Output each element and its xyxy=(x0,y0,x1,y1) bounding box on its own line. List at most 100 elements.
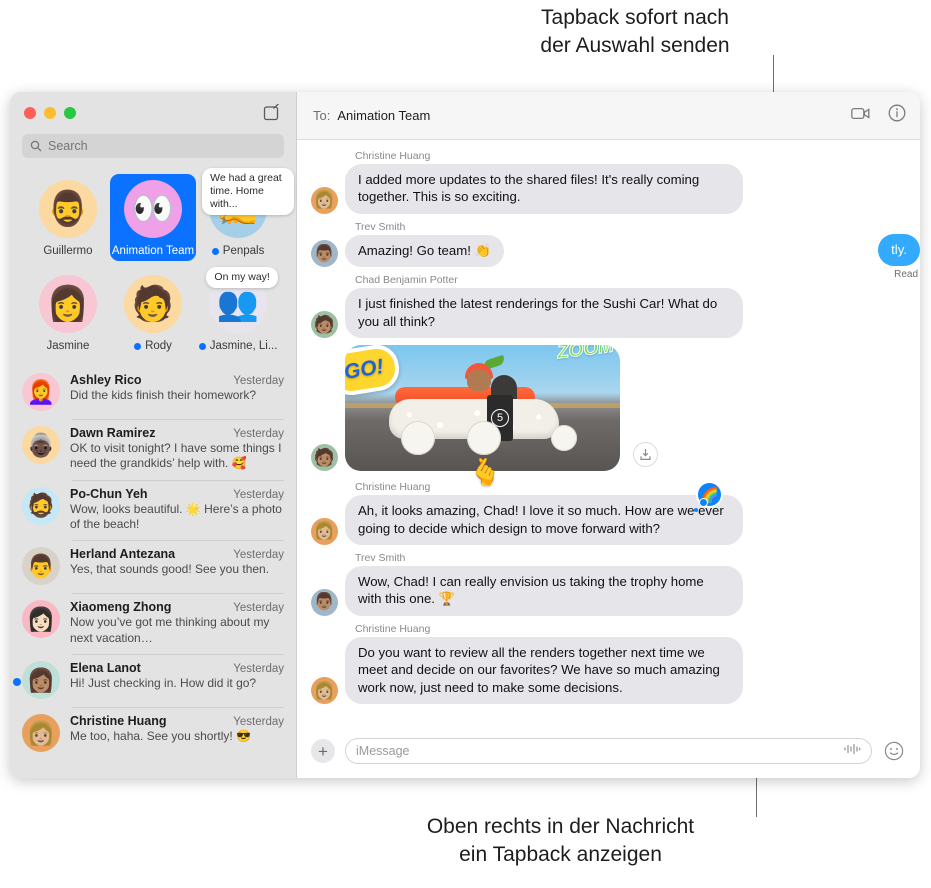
message-bubble[interactable]: Do you want to review all the renders to… xyxy=(340,636,743,705)
message-bubble[interactable]: Wow, Chad! I can really envision us taki… xyxy=(340,565,743,616)
list-item[interactable]: 🧔 Po-Chun Yeh Yesterday Wow, looks beaut… xyxy=(10,479,296,541)
message-group: Christine Huang 👩🏼 I added more updates … xyxy=(311,150,904,214)
info-circle-icon[interactable] xyxy=(888,104,906,127)
pinned-item-label: Jasmine, Li... xyxy=(198,340,277,352)
search-icon xyxy=(30,140,42,152)
conversation-time: Yesterday xyxy=(233,428,284,440)
avatar: 👀 xyxy=(124,180,182,238)
sticker-heart-hands[interactable]: 🫰 xyxy=(469,455,501,489)
pinned-item-label: Jasmine xyxy=(46,340,90,352)
conversation-time: Yesterday xyxy=(233,488,284,501)
sticker-go[interactable]: GO! xyxy=(345,345,402,398)
message-sender: Christine Huang xyxy=(355,481,431,494)
smiley-face-icon[interactable] xyxy=(882,739,906,763)
unread-indicator xyxy=(134,342,142,350)
conversation-name: Elena Lanot xyxy=(70,661,141,676)
message-group: Christine Huang 👩🏼 Ah, it looks amazing,… xyxy=(311,481,904,545)
list-item[interactable]: 👵🏿 Dawn Ramirez Yesterday OK to visit to… xyxy=(10,419,296,480)
conversation-time: Yesterday xyxy=(233,549,284,562)
list-item[interactable]: 👩🏽 Elena Lanot Yesterday Hi! Just checki… xyxy=(10,654,296,707)
avatar: 🧑🏽 xyxy=(311,311,338,339)
imessage-field[interactable] xyxy=(345,738,872,764)
message-bubble[interactable]: I added more updates to the shared files… xyxy=(340,164,743,214)
search-bar[interactable] xyxy=(22,134,284,158)
sticker-zoom[interactable]: ZOOM xyxy=(555,345,615,365)
to-label: To: xyxy=(313,108,331,123)
messages-window: 🧔‍♂️ Guillermo 👀 Animation Team We had a… xyxy=(10,92,920,778)
conversation-preview: OK to visit tonight? I have some things … xyxy=(70,441,282,471)
conversation-preview: Yes, that sounds good! See you then. xyxy=(70,562,270,577)
message-bubble[interactable]: Amazing! Go team! 👏 xyxy=(340,234,504,268)
message-group-photo: 🧑🏽 5 GO! ZOOM 🫰 xyxy=(311,345,904,487)
avatar: 👩🏼 xyxy=(311,517,338,545)
download-icon[interactable] xyxy=(633,442,658,468)
message-sender: Christine Huang xyxy=(355,622,431,635)
avatar: 👩‍🦰 xyxy=(22,373,60,411)
compose-icon[interactable] xyxy=(262,103,282,123)
pinned-item-label: Rody xyxy=(134,340,172,352)
minimize-button[interactable] xyxy=(44,107,56,119)
video-camera-icon[interactable] xyxy=(851,106,870,126)
plus-icon[interactable]: + xyxy=(311,739,335,763)
pinned-item-rody[interactable]: 🧑 Rody xyxy=(110,269,196,356)
recipient-name[interactable]: Animation Team xyxy=(337,108,430,123)
callout-bottom-text: Oben rechts in der Nachricht ein Tapback… xyxy=(426,815,695,866)
unread-indicator xyxy=(211,247,219,255)
callout-top-text: Tapback sofort nach der Auswahl senden xyxy=(540,6,730,57)
sidebar: 🧔‍♂️ Guillermo 👀 Animation Team We had a… xyxy=(10,92,297,778)
conversation-preview: Wow, looks beautiful. 🌟 Here’s a photo o… xyxy=(70,501,282,532)
conversation-pane: To: Animation Team tly. Read Christine H… xyxy=(297,92,920,778)
audio-waveform-icon[interactable] xyxy=(843,742,861,760)
avatar-emoji: 🧔‍♂️ xyxy=(46,190,90,228)
avatar-emoji: 🧑 xyxy=(131,285,175,323)
search-input[interactable] xyxy=(48,139,276,153)
message-thread: tly. Read Christine Huang 👩🏼 I added mor… xyxy=(297,140,920,732)
message-bubble[interactable]: Ah, it looks amazing, Chad! I love it so… xyxy=(340,495,743,545)
conversation-header: To: Animation Team xyxy=(297,92,920,140)
message-bubble[interactable]: I just finished the latest renderings fo… xyxy=(340,288,743,339)
pinned-item-jasmine[interactable]: 👩 Jasmine xyxy=(26,269,110,356)
tapback-badge[interactable]: 🌈 xyxy=(694,481,723,513)
list-item[interactable]: 👨 Herland Antezana Yesterday Yes, that s… xyxy=(10,540,296,593)
list-item[interactable]: 👩🏻 Xiaomeng Zhong Yesterday Now you’ve g… xyxy=(10,593,296,654)
driver-head xyxy=(467,369,491,392)
pinned-item-penpals[interactable]: We had a great time. Home with... ✍️ Pen… xyxy=(196,168,295,261)
conversation-preview: Hi! Just checking in. How did it go? xyxy=(70,676,257,691)
conversation-name: Christine Huang xyxy=(70,714,167,729)
conversation-name: Ashley Rico xyxy=(70,373,142,387)
car-wheel xyxy=(401,421,435,456)
avatar: 👨🏽 xyxy=(311,240,338,268)
conversation-preview: Me too, haha. See you shortly! 😎 xyxy=(70,729,252,744)
message-bubble-image[interactable]: 5 GO! ZOOM 🫰 xyxy=(345,345,620,487)
pinned-preview-bubble: On my way! xyxy=(206,267,279,289)
message-sender: Christine Huang xyxy=(355,150,431,162)
avatar: 👨🏽 xyxy=(311,588,338,616)
car-wheel xyxy=(467,421,501,456)
pinned-item-label: Animation Team xyxy=(111,245,195,257)
unread-indicator xyxy=(13,678,21,687)
avatar: 👩🏼 xyxy=(22,714,60,753)
pinned-item-animation-team[interactable]: 👀 Animation Team xyxy=(109,174,197,261)
pinned-item-guillermo[interactable]: 🧔‍♂️ Guillermo xyxy=(26,174,110,261)
conversation-name: Po-Chun Yeh xyxy=(70,486,148,501)
message-group: Christine Huang 👩🏼 Do you want to review… xyxy=(311,622,904,705)
avatar: 👨 xyxy=(22,547,60,586)
pinned-conversations-grid: 🧔‍♂️ Guillermo 👀 Animation Team We had a… xyxy=(10,168,296,360)
conversation-time: Yesterday xyxy=(233,716,284,729)
avatar-emoji: 👥 xyxy=(216,285,260,323)
avatar: 👩🏼 xyxy=(311,186,338,214)
photo-attachment[interactable]: 5 GO! ZOOM xyxy=(345,345,620,472)
imessage-input[interactable] xyxy=(356,744,837,758)
maximize-button[interactable] xyxy=(64,107,76,119)
message-group: Trev Smith 👨🏽 Amazing! Go team! 👏 xyxy=(311,221,904,268)
message-group: Chad Benjamin Potter 🧑🏽 I just finished … xyxy=(311,274,904,339)
avatar-emoji: 👀 xyxy=(131,190,175,228)
unread-indicator xyxy=(198,342,206,350)
close-button[interactable] xyxy=(24,107,36,119)
list-item[interactable]: 👩‍🦰 Ashley Rico Yesterday Did the kids f… xyxy=(10,366,296,419)
list-item[interactable]: 👩🏼 Christine Huang Yesterday Me too, hah… xyxy=(10,707,296,760)
conversation-time: Yesterday xyxy=(233,602,284,615)
avatar: 🧔 xyxy=(22,486,60,525)
pinned-item-group[interactable]: On my way! 👥 Jasmine, Li... xyxy=(196,267,280,356)
car-wheel xyxy=(551,425,577,452)
